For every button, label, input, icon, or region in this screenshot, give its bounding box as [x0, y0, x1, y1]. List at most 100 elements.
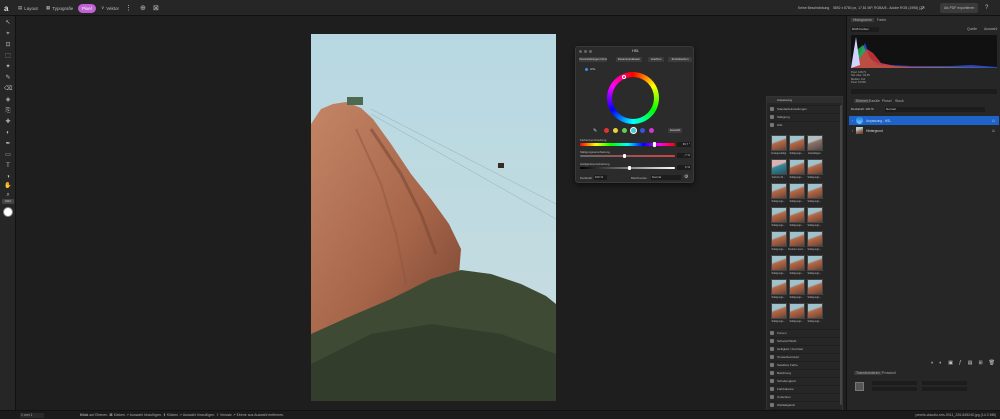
- preset-thumbnail[interactable]: [771, 255, 787, 271]
- preset-thumbnail[interactable]: [789, 159, 805, 175]
- pen-tool-icon[interactable]: ✒: [4, 141, 12, 148]
- transform-w-field[interactable]: [922, 381, 967, 385]
- preset-thumbnail[interactable]: [807, 255, 823, 271]
- layer-opacity[interactable]: Deckkraft: 100 %: [851, 107, 874, 111]
- swatch-green[interactable]: [622, 128, 627, 133]
- group-icon[interactable]: ▤: [968, 360, 973, 368]
- selection-tool-icon[interactable]: ⬚: [4, 53, 12, 60]
- expand-arrow-icon[interactable]: ›: [852, 129, 853, 133]
- preset-thumbnail[interactable]: [789, 255, 805, 271]
- page-indicator[interactable]: 1 von 1: [20, 413, 44, 418]
- adjustment-list-item[interactable]: Umkehren: [770, 393, 840, 400]
- layer-row-hsl[interactable]: › Anpassung - HSL ☑: [849, 116, 999, 125]
- adjustment-list-item[interactable]: Belichtung: [770, 369, 840, 376]
- adjustment-add-icon[interactable]: ◑: [930, 360, 933, 368]
- close-doc-icon[interactable]: ⊠: [153, 3, 159, 13]
- preset-thumbnail[interactable]: [771, 183, 787, 199]
- hsl-toggle[interactable]: HSL: [585, 67, 596, 71]
- preset-thumbnail[interactable]: [771, 279, 787, 295]
- tab-layers[interactable]: Ebenen: [854, 99, 871, 103]
- persona-layout[interactable]: ▤ Layout: [18, 3, 38, 13]
- histogram-source-button[interactable]: Quelle: [967, 27, 977, 31]
- tab-histogram[interactable]: Histogramm: [851, 18, 874, 22]
- preset-thumbnail[interactable]: [807, 135, 823, 151]
- persona-vector[interactable]: ∨ Vektor: [101, 3, 119, 13]
- fx-icon[interactable]: ƒ: [959, 360, 962, 368]
- preset-thumbnail[interactable]: [771, 135, 787, 151]
- preset-thumbnail[interactable]: [807, 183, 823, 199]
- histogram-channel-select[interactable]: RGB Farben: [851, 27, 879, 32]
- adjustment-list-item[interactable]: Selektive Farbe: [770, 361, 840, 368]
- tab-brushes[interactable]: Pinsel: [882, 99, 892, 103]
- add-layer-icon[interactable]: ⊞: [978, 360, 982, 368]
- preset-thumbnail[interactable]: [789, 279, 805, 295]
- tab-color[interactable]: Farbe: [877, 18, 886, 22]
- swatch-cyan[interactable]: [630, 127, 637, 134]
- preset-thumbnail[interactable]: [789, 183, 805, 199]
- swatch-blue[interactable]: [640, 128, 645, 133]
- hue-wheel[interactable]: [607, 72, 659, 124]
- healing-tool-icon[interactable]: ✚: [4, 119, 12, 126]
- layer-visibility-checkbox[interactable]: ☑: [992, 119, 995, 123]
- blend-mode-select[interactable]: Normal: [651, 175, 681, 180]
- preset-thumbnail[interactable]: [807, 207, 823, 223]
- clone-tool-icon[interactable]: ⎘: [4, 108, 12, 115]
- preset-thumbnail[interactable]: [771, 231, 787, 247]
- view-tool-icon[interactable]: ⌖: [4, 31, 12, 38]
- export-pdf-button[interactable]: Als PDF exportieren: [940, 3, 979, 13]
- swatch-magenta[interactable]: [649, 128, 654, 133]
- fill-tool-icon[interactable]: ◈: [4, 97, 12, 104]
- swatch-red[interactable]: [604, 128, 609, 133]
- adjustment-list-item[interactable]: Helligkeit / Kontrast: [770, 345, 840, 352]
- gradient-tool-icon[interactable]: ◑: [4, 174, 12, 181]
- preset-thumbnail[interactable]: [807, 279, 823, 295]
- layer-blend-select[interactable]: Normal: [885, 107, 985, 112]
- preset-thumbnail[interactable]: [807, 303, 823, 319]
- adjustment-list-item[interactable]: Schattenglanz: [770, 377, 840, 384]
- tab-stock[interactable]: Stock: [895, 99, 904, 103]
- magic-wand-icon[interactable]: ✦: [4, 64, 12, 71]
- preset-thumbnail[interactable]: [771, 159, 787, 175]
- saturation-slider[interactable]: [580, 155, 675, 157]
- adjustment-list-item[interactable]: Farbbalance: [770, 385, 840, 392]
- swatch-yellow[interactable]: [613, 128, 618, 133]
- adjustments-scrollbar[interactable]: [840, 105, 842, 405]
- brush-tool-icon[interactable]: ✎: [4, 75, 12, 82]
- adjustment-list-item[interactable]: Kurven: [770, 329, 840, 336]
- text-tool-icon[interactable]: T: [4, 163, 12, 170]
- eraser-tool-icon[interactable]: ⌫: [4, 86, 12, 93]
- adjustment-preset-row[interactable]: Standardeinstellungen: [770, 105, 840, 112]
- hsl-row[interactable]: HSL: [770, 121, 840, 128]
- preset-thumbnail[interactable]: [789, 303, 805, 319]
- snapping-icon[interactable]: ⊕: [140, 3, 146, 13]
- adjustment-list-item[interactable]: Tonwertkorrektur: [770, 353, 840, 360]
- share-icon[interactable]: ↗: [920, 3, 925, 13]
- preset-thumbnail[interactable]: [789, 207, 805, 223]
- tab-history[interactable]: Protokoll: [882, 371, 896, 375]
- reset-button[interactable]: Zurücksetzen: [668, 57, 692, 62]
- color-swatch[interactable]: [3, 207, 13, 217]
- histogram-selection-button[interactable]: Auswahl: [984, 27, 997, 31]
- preset-thumbnail[interactable]: [771, 303, 787, 319]
- preset-thumbnail[interactable]: [807, 231, 823, 247]
- hue-value[interactable]: 36,7 °: [677, 142, 691, 147]
- tab-channels[interactable]: Kanäle: [869, 99, 880, 103]
- transform-h-field[interactable]: [922, 387, 967, 391]
- hue-slider[interactable]: [580, 143, 675, 146]
- adjustment-list-item[interactable]: Weißabgleich: [770, 401, 840, 408]
- zoom-tool-icon[interactable]: ⌕: [4, 192, 12, 199]
- delete-layer-icon[interactable]: 🗑: [989, 360, 995, 368]
- move-tool-icon[interactable]: ↖: [4, 20, 12, 27]
- merge-button[interactable]: Zusammenfassen: [616, 57, 642, 62]
- crop-tool-icon[interactable]: ⊡: [4, 42, 12, 49]
- transform-x-field[interactable]: [872, 381, 917, 385]
- preset-thumbnail[interactable]: [789, 231, 805, 247]
- picker-icon[interactable]: ✎: [593, 128, 597, 134]
- tool-mode-label[interactable]: GRA: [2, 199, 14, 204]
- lightness-value[interactable]: 6 %: [677, 165, 691, 170]
- hue-handle[interactable]: [622, 75, 626, 79]
- dodge-tool-icon[interactable]: ◐: [4, 130, 12, 137]
- transform-anchor[interactable]: [855, 382, 864, 391]
- preset-thumbnail[interactable]: [771, 207, 787, 223]
- lightness-slider-thumb[interactable]: [628, 166, 631, 170]
